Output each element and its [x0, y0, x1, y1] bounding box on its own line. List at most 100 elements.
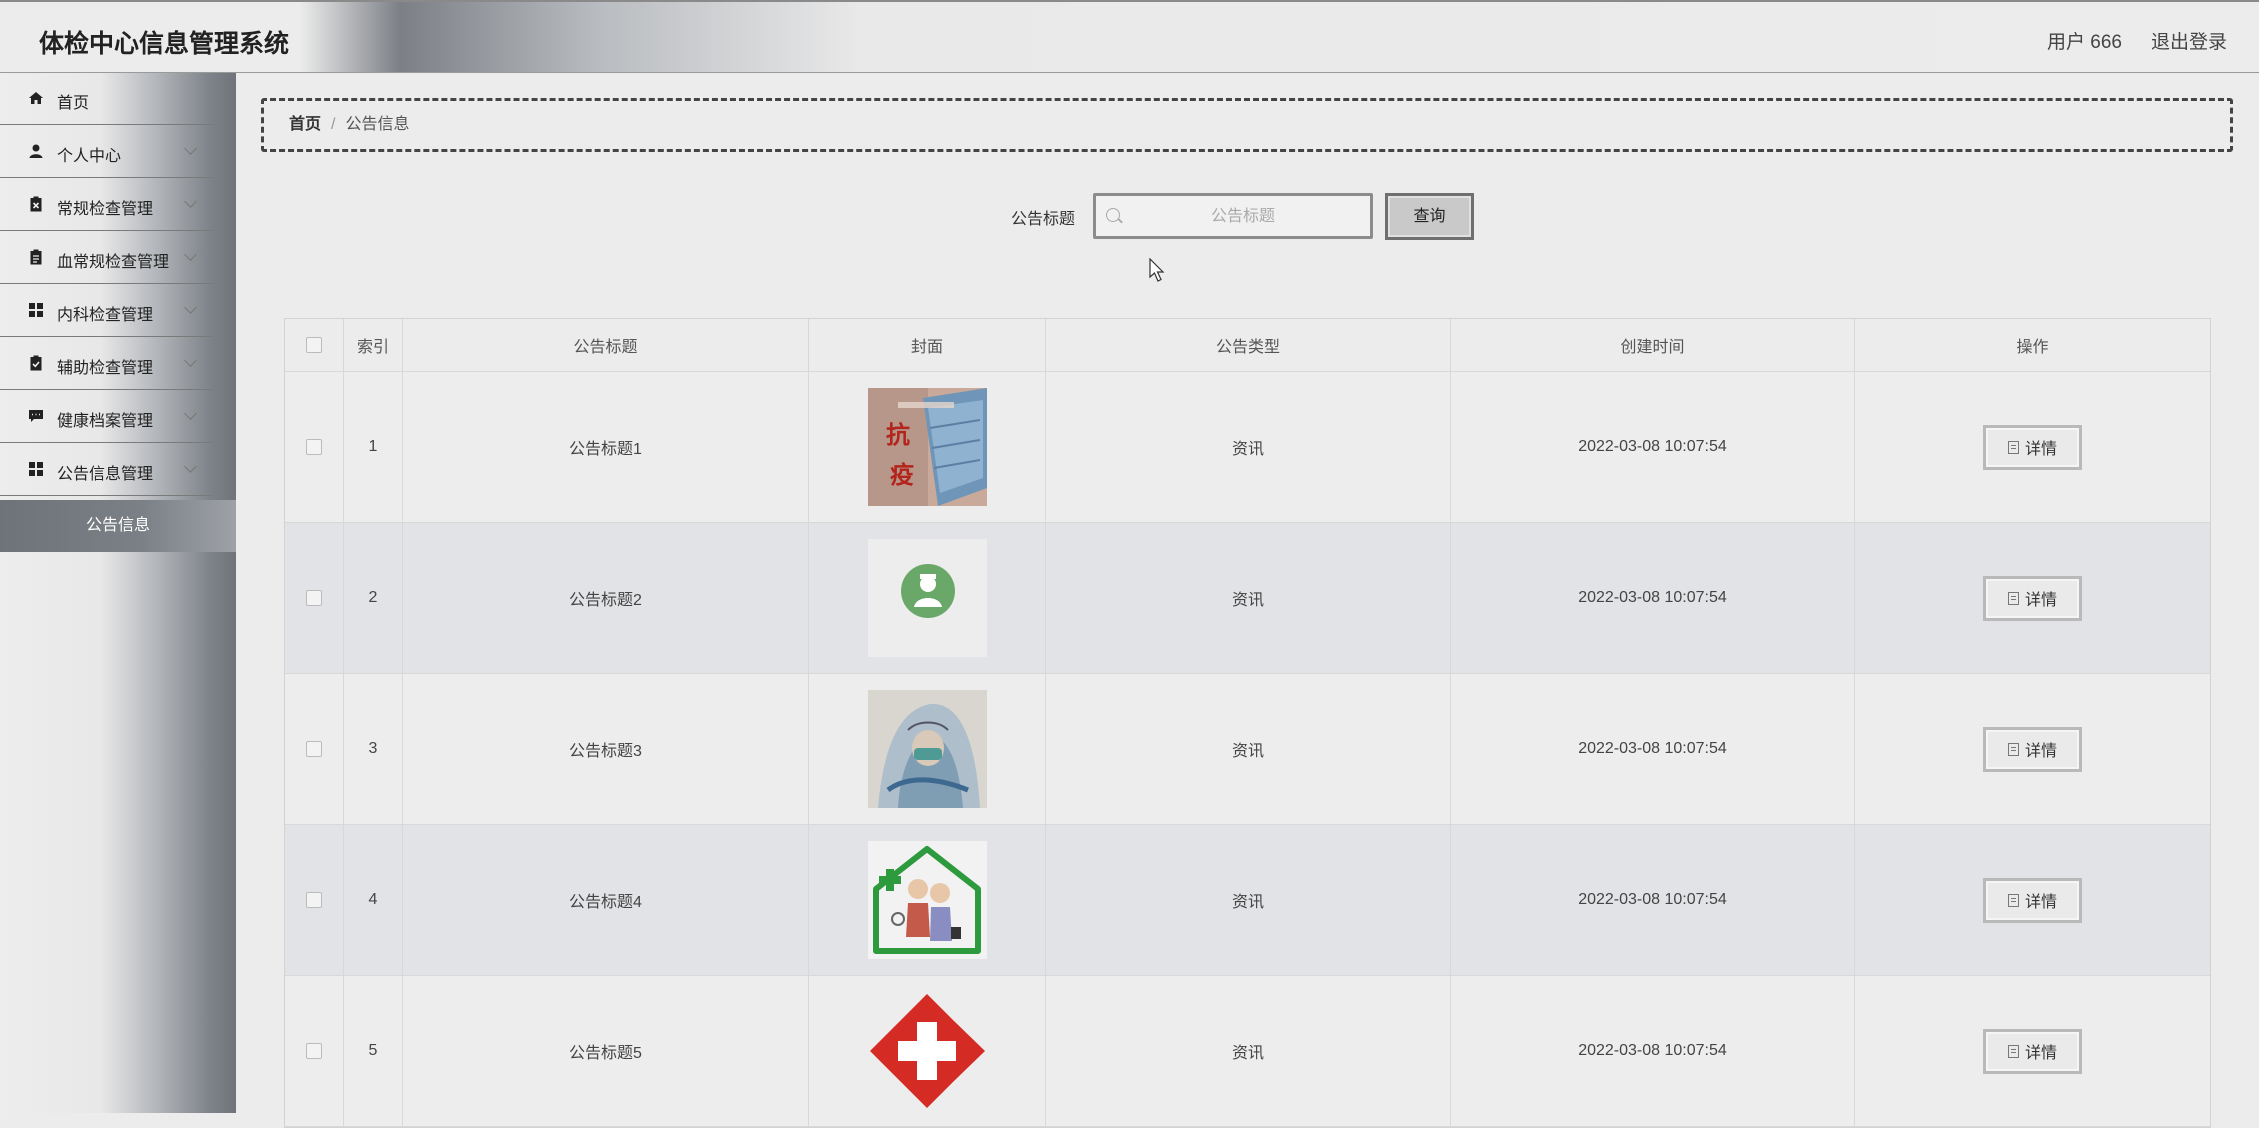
app-title: 体检中心信息管理系统 — [39, 30, 290, 58]
row-created-time: 2022-03-08 10:07:54 — [1451, 674, 1855, 824]
medic-painting-image — [867, 690, 987, 808]
row-checkbox-cell — [285, 825, 344, 975]
sidebar: 首页 个人中心 常规检查管理 血常规检查管理 内科检查管理 辅助检查管理 健康档… — [0, 73, 236, 1113]
row-index: 5 — [344, 976, 403, 1126]
main-content: 首页 / 公告信息 公告标题 查询 索引 公告标题 封面 公告类型 创建时间 操作 … — [236, 73, 2259, 1128]
row-checkbox[interactable] — [306, 741, 322, 757]
document-icon — [2007, 742, 2019, 756]
sidebar-item-personal-center[interactable]: 个人中心 — [0, 126, 213, 178]
row-checkbox-cell — [285, 674, 344, 824]
row-type: 资讯 — [1046, 674, 1451, 824]
row-type: 资讯 — [1046, 372, 1451, 522]
logout-link[interactable]: 退出登录 — [2151, 27, 2227, 54]
submenu-item-notice-info[interactable]: 公告信息 — [0, 500, 236, 552]
doctor-avatar-image — [867, 539, 987, 657]
row-title: 公告标题3 — [403, 674, 809, 824]
svg-text:抗: 抗 — [886, 420, 910, 449]
sidebar-item-internal-check[interactable]: 内科检查管理 — [0, 285, 213, 337]
detail-button-label: 详情 — [2024, 592, 2057, 609]
row-index: 3 — [344, 674, 403, 824]
chevron-down-icon — [184, 460, 197, 473]
column-header-index: 索引 — [344, 319, 403, 371]
search-field[interactable] — [1093, 193, 1373, 239]
detail-button[interactable]: 详情 — [1983, 1028, 2082, 1074]
row-checkbox-cell — [285, 976, 344, 1126]
row-checkbox-cell — [285, 372, 344, 522]
sidebar-item-health-records[interactable]: 健康档案管理 — [0, 391, 213, 443]
search-input[interactable] — [1126, 201, 1360, 233]
current-user: 用户 666 — [2047, 32, 2122, 53]
sidebar-item-label: 辅助检查管理 — [57, 360, 154, 377]
breadcrumb: 首页 / 公告信息 — [261, 98, 2233, 152]
chat-icon — [29, 410, 43, 422]
row-checkbox[interactable] — [306, 590, 322, 606]
search-label: 公告标题 — [1011, 211, 1076, 228]
document-icon — [2007, 440, 2019, 454]
breadcrumb-home[interactable]: 首页 — [289, 116, 321, 133]
row-title: 公告标题2 — [403, 523, 809, 673]
chevron-down-icon — [184, 195, 197, 208]
header-checkbox-cell — [285, 319, 344, 371]
row-cover-cell — [809, 825, 1046, 975]
sidebar-item-notice-management[interactable]: 公告信息管理 — [0, 444, 213, 496]
sidebar-item-auxiliary-check[interactable]: 辅助检查管理 — [0, 338, 213, 390]
detail-button-label: 详情 — [2024, 743, 2057, 760]
row-actions-cell: 详情 — [1855, 372, 2210, 522]
sidebar-item-label: 常规检查管理 — [57, 201, 154, 218]
row-cover-cell — [809, 523, 1046, 673]
clipboard-check-icon — [30, 355, 42, 371]
document-icon — [2007, 1044, 2019, 1058]
red-cross-image — [867, 992, 987, 1110]
detail-button-label: 详情 — [2024, 894, 2057, 911]
sidebar-item-blood-check[interactable]: 血常规检查管理 — [0, 232, 213, 284]
sidebar-item-home[interactable]: 首页 — [0, 73, 213, 125]
sidebar-item-label: 个人中心 — [57, 148, 122, 165]
table-row: 5 公告标题5 资讯 2022-03-08 10:07:54 详情 — [285, 976, 2210, 1127]
row-index: 4 — [344, 825, 403, 975]
column-header-type: 公告类型 — [1046, 319, 1451, 371]
clipboard-x-icon — [30, 196, 42, 212]
query-button[interactable]: 查询 — [1385, 193, 1474, 240]
document-icon — [2007, 893, 2019, 907]
sidebar-item-routine-check[interactable]: 常规检查管理 — [0, 179, 213, 231]
row-type: 资讯 — [1046, 976, 1451, 1126]
table-row: 3 公告标题3 资讯 2022-03-08 10:07:54 详情 — [285, 674, 2210, 825]
row-title: 公告标题1 — [403, 372, 809, 522]
table-row: 1 公告标题1 抗 疫 资讯 2022-03-08 10:07:54 详情 — [285, 372, 2210, 523]
sidebar-item-label: 健康档案管理 — [57, 413, 154, 430]
breadcrumb-separator: / — [331, 116, 336, 133]
detail-button[interactable]: 详情 — [1983, 877, 2082, 923]
row-created-time: 2022-03-08 10:07:54 — [1451, 523, 1855, 673]
grid-icon — [29, 303, 43, 317]
chevron-down-icon — [184, 248, 197, 261]
clipboard-icon — [30, 249, 42, 265]
select-all-checkbox[interactable] — [306, 337, 322, 353]
sidebar-item-label: 首页 — [57, 95, 90, 112]
column-header-title: 公告标题 — [403, 319, 809, 371]
user-icon — [29, 144, 43, 158]
column-header-cover: 封面 — [809, 319, 1046, 371]
sidebar-item-label: 血常规检查管理 — [57, 254, 170, 271]
row-cover-cell: 抗 疫 — [809, 372, 1046, 522]
row-actions-cell: 详情 — [1855, 674, 2210, 824]
mask-photo-image: 抗 疫 — [867, 388, 987, 506]
sidebar-item-label: 公告信息管理 — [57, 466, 154, 483]
row-cover-cell — [809, 976, 1046, 1126]
table-row: 2 公告标题2 资讯 2022-03-08 10:07:54 详情 — [285, 523, 2210, 674]
row-checkbox[interactable] — [306, 1043, 322, 1059]
row-actions-cell: 详情 — [1855, 976, 2210, 1126]
chevron-down-icon — [184, 301, 197, 314]
row-title: 公告标题5 — [403, 976, 809, 1126]
row-checkbox[interactable] — [306, 892, 322, 908]
detail-button[interactable]: 详情 — [1983, 575, 2082, 621]
table-header-row: 索引 公告标题 封面 公告类型 创建时间 操作 — [285, 319, 2210, 372]
chevron-down-icon — [184, 354, 197, 367]
row-index: 1 — [344, 372, 403, 522]
row-type: 资讯 — [1046, 825, 1451, 975]
column-header-actions: 操作 — [2016, 339, 2049, 356]
detail-button[interactable]: 详情 — [1983, 726, 2082, 772]
row-checkbox[interactable] — [306, 439, 322, 455]
notice-table: 索引 公告标题 封面 公告类型 创建时间 操作 1 公告标题1 抗 疫 资讯 2… — [284, 318, 2211, 1128]
grid-icon — [29, 462, 43, 476]
detail-button[interactable]: 详情 — [1983, 424, 2082, 470]
